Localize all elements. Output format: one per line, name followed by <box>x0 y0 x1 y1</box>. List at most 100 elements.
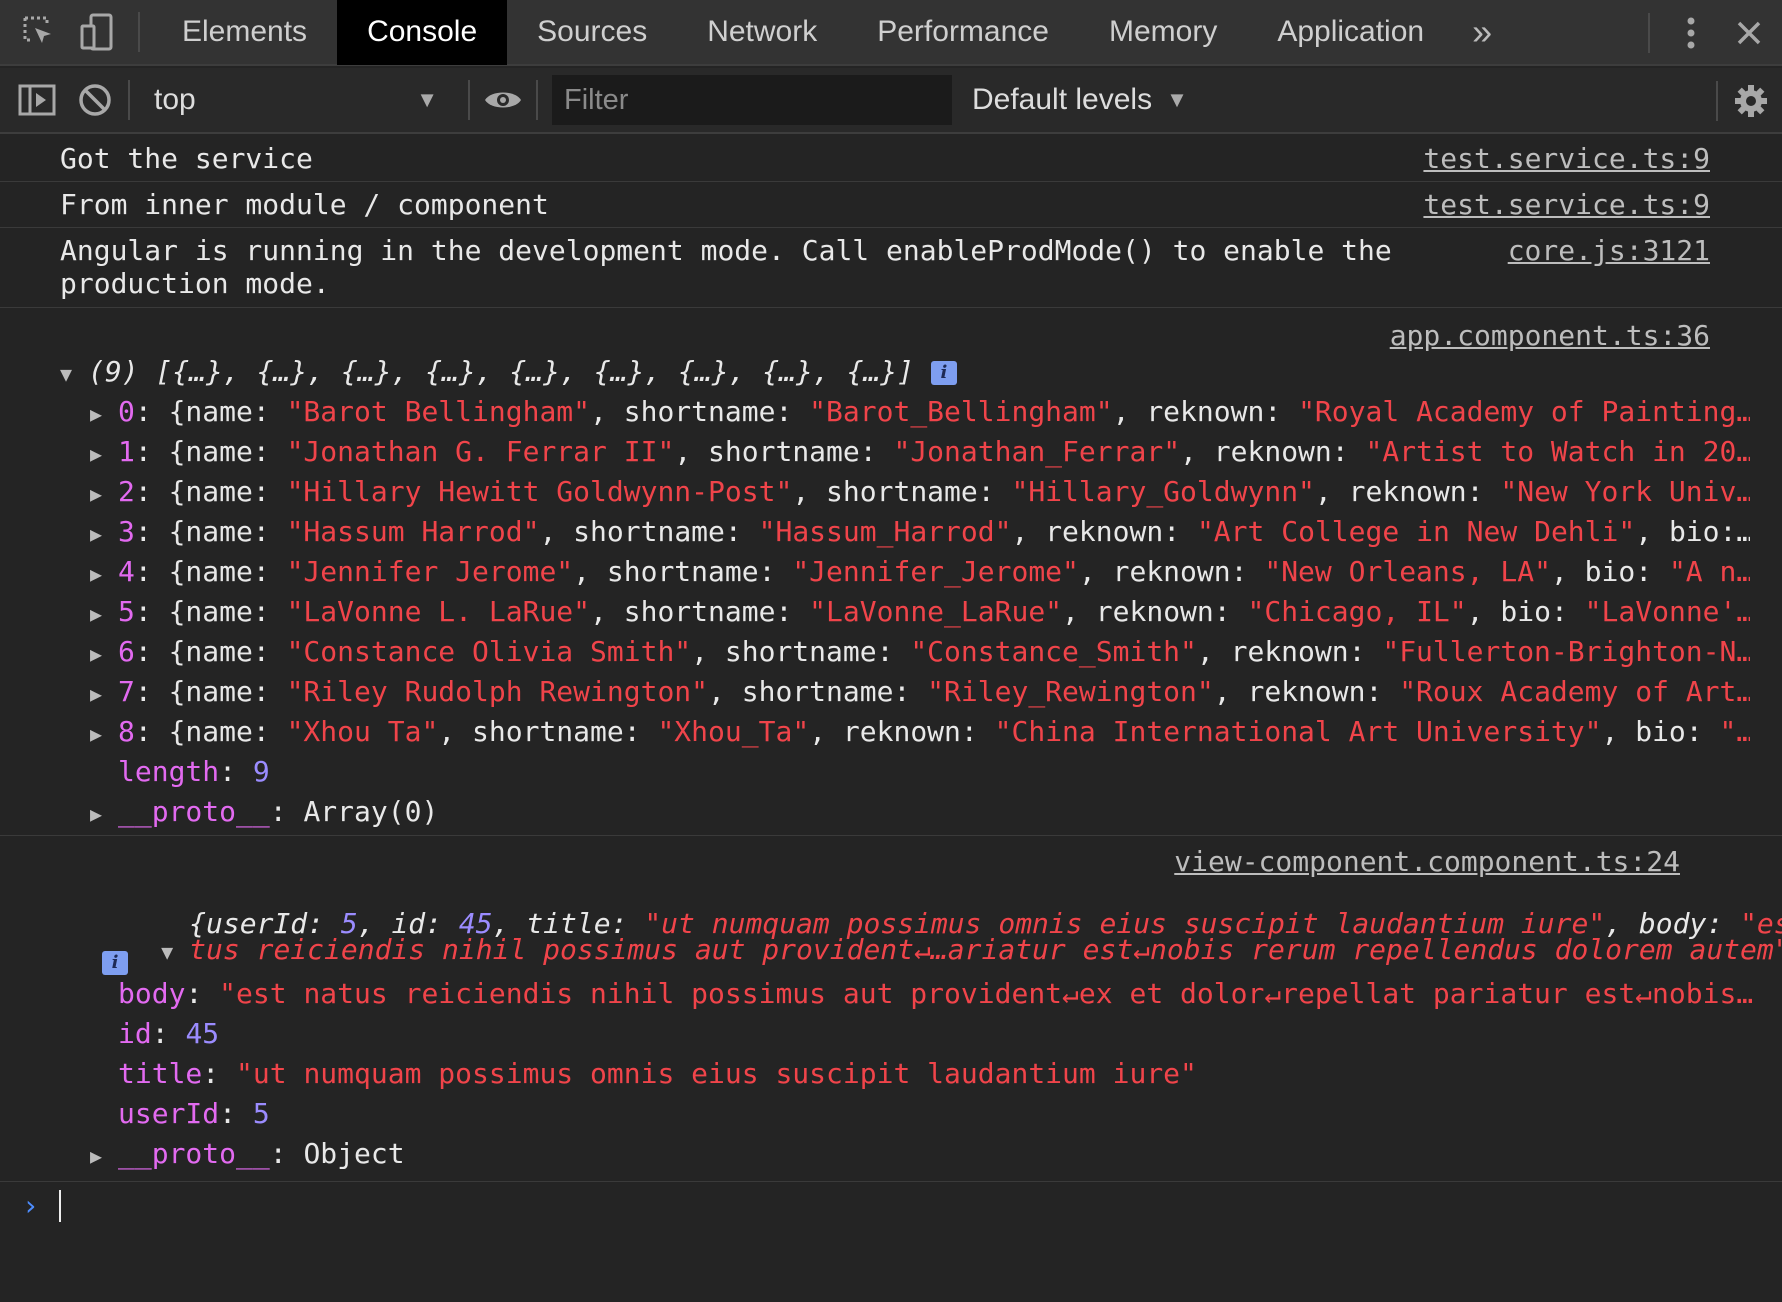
console-array-message: app.component.ts:36 ▼ (9) [{…}, {…}, {…},… <box>0 308 1782 836</box>
item-shortname: "Xhou_Ta" <box>657 715 810 748</box>
tab-memory[interactable]: Memory <box>1079 0 1247 65</box>
show-sidebar-icon[interactable] <box>8 67 66 133</box>
item-shortname: "Jennifer_Jerome" <box>792 555 1079 588</box>
array-item-row[interactable]: ▶ 6: {name: "Constance Olivia Smith", sho… <box>60 632 1750 672</box>
item-index: 4 <box>118 555 135 588</box>
array-item-row[interactable]: ▶ 3: {name: "Hassum Harrod", shortname: "… <box>60 512 1750 552</box>
item-name: "Jonathan G. Ferrar II" <box>286 435 675 468</box>
item-shortname: "Riley_Rewington" <box>927 675 1214 708</box>
item-shortname: "Hassum_Harrod" <box>758 515 1012 548</box>
item-tail-key: reknown <box>1247 675 1366 708</box>
item-extra: , bio:… <box>1635 515 1750 548</box>
collapsed-triangle-icon[interactable]: ▶ <box>90 674 118 712</box>
item-tail-key: reknown <box>1112 555 1231 588</box>
item-tail-key: reknown <box>1213 435 1332 468</box>
console-prompt[interactable]: › <box>0 1182 1782 1242</box>
item-tail-key: reknown <box>1095 595 1214 628</box>
collapsed-triangle-icon[interactable]: ▶ <box>90 1136 118 1176</box>
kebab-menu-icon[interactable] <box>1662 0 1720 66</box>
tab-sources[interactable]: Sources <box>507 0 677 65</box>
proto-key: __proto__ <box>118 795 270 828</box>
tab-console[interactable]: Console <box>337 0 508 65</box>
proto-row[interactable]: ▶ __proto__: Array(0) <box>60 792 1752 832</box>
message-text: Angular is running in the development mo… <box>60 234 1392 267</box>
item-name: "Hillary Hewitt Goldwynn-Post" <box>286 475 793 508</box>
message-text: Got the service <box>60 142 313 175</box>
property-value: 45 <box>185 1017 220 1050</box>
close-icon[interactable] <box>1720 0 1778 66</box>
item-index: 5 <box>118 595 135 628</box>
context-label: top <box>154 83 196 116</box>
object-property-row: body: "est natus reiciendis nihil possim… <box>118 977 1752 1010</box>
expanded-triangle-icon[interactable]: ▼ <box>161 938 189 966</box>
tab-application[interactable]: Application <box>1247 0 1454 65</box>
array-item-row[interactable]: ▶ 1: {name: "Jonathan G. Ferrar II", shor… <box>60 432 1750 472</box>
message-text: production mode. <box>60 267 330 300</box>
property-value: 5 <box>252 1097 270 1130</box>
source-link[interactable]: view-component.component.ts:24 <box>1174 842 1680 882</box>
item-shortname: "Constance_Smith" <box>910 635 1197 668</box>
collapsed-triangle-icon[interactable]: ▶ <box>90 514 118 552</box>
source-link[interactable]: test.service.ts:9 <box>1423 185 1710 225</box>
collapsed-triangle-icon[interactable]: ▶ <box>90 634 118 672</box>
array-item-row[interactable]: ▶ 5: {name: "LaVonne L. LaRue", shortname… <box>60 592 1750 632</box>
message-text: From inner module / component <box>60 188 549 221</box>
console-output: Got the service test.service.ts:9 From i… <box>0 136 1782 1302</box>
object-property-row: id: 45 <box>118 1017 220 1050</box>
item-shortname: "Jonathan_Ferrar" <box>893 435 1181 468</box>
item-extra-value: "A n… <box>1668 555 1750 588</box>
console-message: Got the service test.service.ts:9 <box>0 136 1782 182</box>
expanded-triangle-icon[interactable]: ▼ <box>60 354 88 394</box>
item-index: 7 <box>118 675 135 708</box>
live-expression-eye-icon[interactable] <box>474 67 532 133</box>
array-summary: (9) [{…}, {…}, {…}, {…}, {…}, {…}, {…}, … <box>88 355 915 388</box>
source-link[interactable]: test.service.ts:9 <box>1423 139 1710 179</box>
item-extra: , bio: <box>1466 595 1585 628</box>
settings-gear-icon[interactable] <box>1722 68 1780 134</box>
collapsed-triangle-icon[interactable]: ▶ <box>90 434 118 472</box>
tab-performance[interactable]: Performance <box>847 0 1079 65</box>
collapsed-triangle-icon[interactable]: ▶ <box>90 394 118 432</box>
item-extra: , bio: <box>1601 715 1720 748</box>
clear-console-icon[interactable] <box>66 67 124 133</box>
source-link[interactable]: core.js:3121 <box>1508 234 1710 267</box>
array-item-row[interactable]: ▶ 8: {name: "Xhou Ta", shortname: "Xhou_T… <box>60 712 1750 752</box>
array-item-row[interactable]: ▶ 0: {name: "Barot Bellingham", shortname… <box>60 392 1750 432</box>
array-summary-row[interactable]: ▼ (9) [{…}, {…}, {…}, {…}, {…}, {…}, {…},… <box>60 352 1752 392</box>
info-icon[interactable]: i <box>102 951 128 975</box>
context-selector[interactable]: top ▼ <box>134 67 464 133</box>
proto-row[interactable]: ▶ __proto__: Object <box>60 1134 1752 1174</box>
item-tail-value: "Fullerton-Brighton-N… <box>1382 635 1750 668</box>
text-caret <box>59 1190 61 1222</box>
collapsed-triangle-icon[interactable]: ▶ <box>90 794 118 834</box>
property-value: "ut numquam possimus omnis eius suscipit… <box>236 1057 1197 1090</box>
divider <box>128 80 130 120</box>
log-levels-dropdown[interactable]: Default levels ▼ <box>972 83 1188 117</box>
item-extra-value: "… <box>1719 715 1750 748</box>
device-toolbar-icon[interactable] <box>68 0 126 65</box>
item-index: 1 <box>118 435 135 468</box>
collapsed-triangle-icon[interactable]: ▶ <box>90 594 118 632</box>
object-property-row: title: "ut numquam possimus omnis eius s… <box>118 1057 1197 1090</box>
tab-network[interactable]: Network <box>677 0 847 65</box>
item-tail-key: reknown <box>1348 475 1467 508</box>
item-tail-value: "Art College in New Dehli" <box>1196 515 1636 548</box>
array-item-row[interactable]: ▶ 7: {name: "Riley Rudolph Rewington", sh… <box>60 672 1750 712</box>
inspect-element-icon[interactable] <box>10 0 68 65</box>
info-icon[interactable]: i <box>930 361 957 385</box>
log-levels-label: Default levels <box>972 83 1153 116</box>
more-tabs-button[interactable]: » <box>1454 0 1510 65</box>
item-tail-value: "China International Art University" <box>994 715 1602 748</box>
proto-key: __proto__ <box>118 1137 270 1170</box>
dropdown-arrow-icon: ▼ <box>416 87 438 112</box>
item-shortname: "LaVonne_LaRue" <box>809 595 1063 628</box>
filter-input[interactable]: Filter <box>552 75 952 125</box>
array-item-row[interactable]: ▶ 4: {name: "Jennifer Jerome", shortname:… <box>60 552 1750 592</box>
array-item-row[interactable]: ▶ 2: {name: "Hillary Hewitt Goldwynn-Post… <box>60 472 1750 512</box>
source-link[interactable]: app.component.ts:36 <box>1390 316 1710 356</box>
collapsed-triangle-icon[interactable]: ▶ <box>90 474 118 512</box>
collapsed-triangle-icon[interactable]: ▶ <box>90 554 118 592</box>
item-index: 6 <box>118 635 135 668</box>
tab-elements[interactable]: Elements <box>152 0 337 65</box>
collapsed-triangle-icon[interactable]: ▶ <box>90 714 118 752</box>
